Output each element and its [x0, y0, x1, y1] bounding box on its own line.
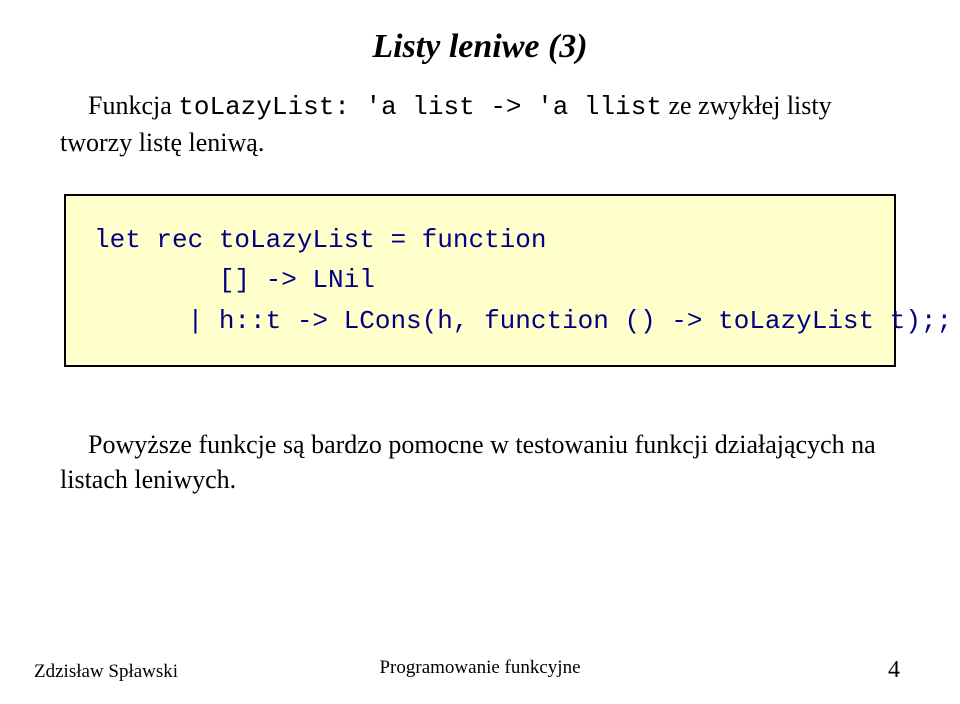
page-title: Listy leniwe (3) [60, 28, 900, 66]
conclusion-paragraph: Powyższe funkcje są bardzo pomocne w tes… [60, 427, 900, 497]
intro-prefix: Funkcja [88, 91, 178, 120]
footer-page-number: 4 [888, 657, 900, 684]
footer-course: Programowanie funkcyjne [379, 657, 580, 679]
slide-footer: Zdzisław Spławski Programowanie funkcyjn… [0, 657, 960, 684]
function-signature: toLazyList: 'a list -> 'a llist [178, 92, 662, 122]
footer-author: Zdzisław Spławski [34, 661, 178, 683]
code-block: let rec toLazyList = function [] -> LNil… [64, 194, 896, 367]
slide-page: Listy leniwe (3) Funkcja toLazyList: 'a … [0, 0, 960, 704]
intro-paragraph: Funkcja toLazyList: 'a list -> 'a llist … [60, 88, 900, 160]
code-content: let rec toLazyList = function [] -> LNil… [94, 220, 894, 341]
